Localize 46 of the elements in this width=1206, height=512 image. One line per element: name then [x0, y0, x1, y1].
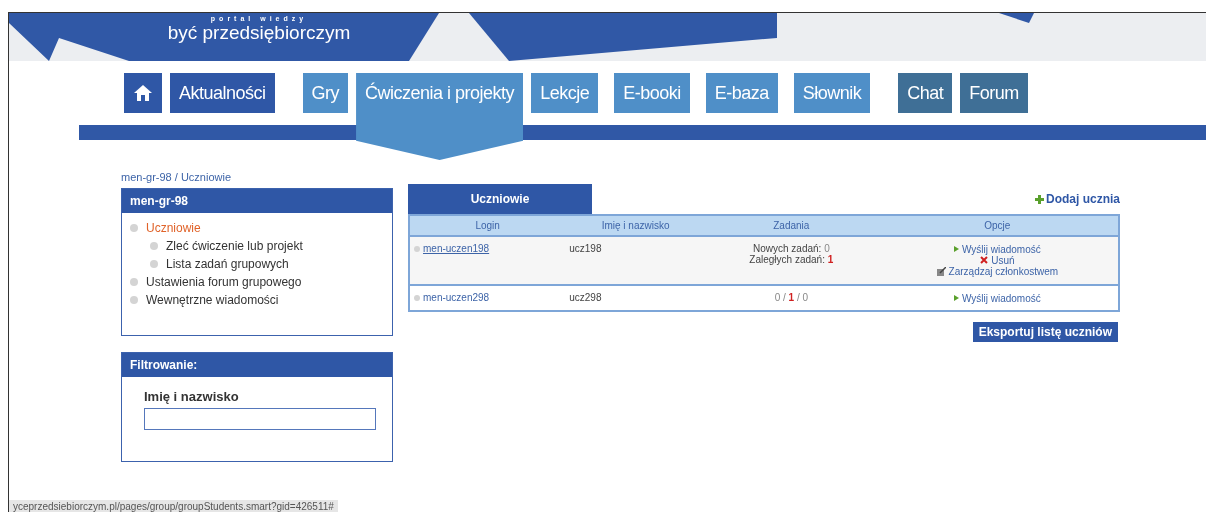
plus-icon	[1035, 194, 1044, 204]
option-link[interactable]: Zarządzaj członkostwem	[936, 266, 1059, 277]
arrow-icon	[953, 295, 959, 301]
task-counts: 0 / 1 / 0	[774, 292, 809, 303]
menu-item[interactable]: Uczniowie	[130, 221, 384, 235]
nav-tab[interactable]: Lekcje	[531, 73, 599, 113]
arrow-icon	[953, 246, 959, 252]
task-count: Nowych zadań: 0	[752, 243, 830, 254]
field-label: Imię i nazwisko	[144, 389, 240, 404]
delete-icon	[980, 256, 989, 264]
tab[interactable]: Uczniowie	[408, 184, 592, 214]
option-link[interactable]: Usuń	[980, 254, 1015, 266]
nav-tab[interactable]: Słownik	[793, 73, 871, 113]
home-button[interactable]	[124, 73, 162, 113]
breadcrumb[interactable]: men-gr-98 / Uczniowie	[121, 171, 393, 183]
nav-tab[interactable]: E-baza	[705, 73, 778, 113]
option-link[interactable]: Wyślij wiadomość	[953, 243, 1041, 255]
nav-tab[interactable]: Aktualności	[170, 73, 275, 113]
edit-icon	[936, 267, 946, 276]
panel-title: men-gr-98	[122, 189, 392, 213]
column-header: Zadania	[706, 215, 877, 236]
table-cell: ucz198	[565, 236, 706, 285]
task-count: Zaległych zadań: 1	[748, 254, 835, 265]
name-input-field[interactable]	[144, 408, 376, 430]
menu-item[interactable]: Lista zadań grupowych	[150, 257, 384, 271]
option-link[interactable]: Wyślij wiadomość	[953, 292, 1041, 304]
add-student-link[interactable]: Dodaj ucznia	[1035, 192, 1120, 206]
login-link[interactable]: men-uczen198	[423, 243, 490, 254]
nav-tab[interactable]: Ćwiczenia i projekty	[356, 73, 524, 160]
export-button[interactable]: Eksportuj listę uczniów	[972, 321, 1118, 342]
panel-title: Filtrowanie:	[122, 353, 392, 377]
nav-tab[interactable]: E-booki	[614, 73, 690, 113]
column-header: Imię i nazwisko	[565, 215, 706, 236]
nav-tab[interactable]: Gry	[302, 73, 349, 113]
column-header: Login	[409, 215, 566, 236]
home-icon	[133, 84, 153, 102]
menu-item[interactable]: Ustawienia forum grupowego	[130, 275, 384, 289]
menu-item[interactable]: Zleć ćwiczenie lub projekt	[150, 239, 384, 253]
status-bar: yceprzedsiebiorczym.pl/pages/group/groupStudents.smart?gid=426511#	[9, 500, 338, 512]
logo-text[interactable]: być przedsiębiorczym	[167, 22, 351, 44]
nav-tab[interactable]: Chat	[898, 73, 953, 113]
column-header: Opcje	[876, 215, 1119, 236]
table-cell: ucz298	[565, 285, 706, 311]
login-link[interactable]: men-uczen298	[423, 292, 490, 303]
nav-tab[interactable]: Forum	[960, 73, 1028, 113]
menu-item[interactable]: Wewnętrzne wiadomości	[130, 293, 384, 307]
